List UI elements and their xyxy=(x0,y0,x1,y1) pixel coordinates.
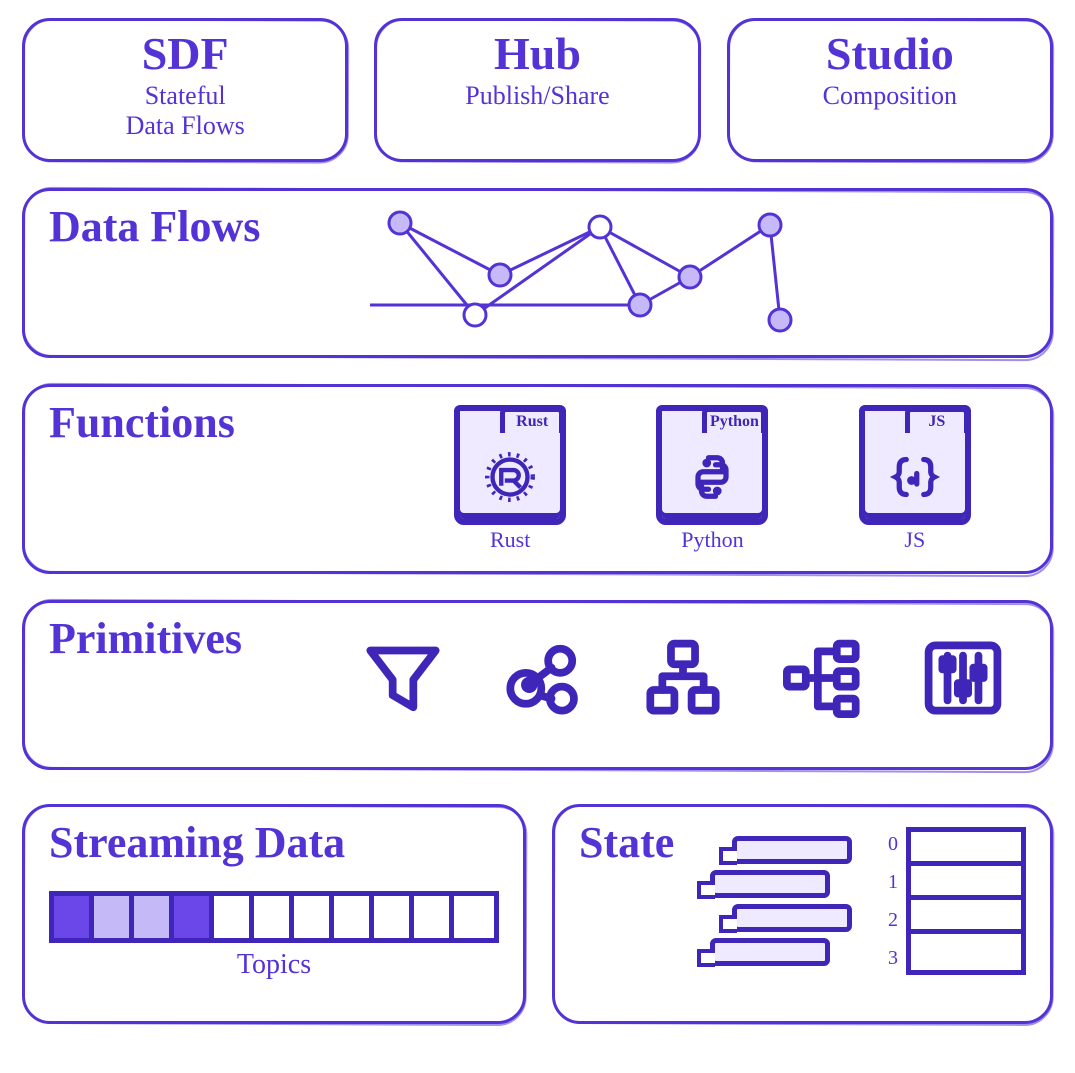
function-rust-caption: Rust xyxy=(490,527,530,553)
file-js-tag: JS xyxy=(905,407,969,433)
state-index-0: 0 xyxy=(888,827,898,861)
bottom-row: Streaming Data Topics State 0 1 2 3 xyxy=(22,804,1053,1024)
python-logo-icon xyxy=(684,449,740,505)
card-sdf-subtitle: Stateful Data Flows xyxy=(33,81,337,141)
js-braces-icon xyxy=(887,449,943,505)
tune-icon xyxy=(920,635,1006,721)
card-studio-subtitle: Composition xyxy=(738,81,1042,111)
file-rust-tag: Rust xyxy=(500,407,564,433)
topics-bar-icon xyxy=(49,891,499,943)
state-index-1: 1 xyxy=(888,865,898,899)
card-sdf-title: SDF xyxy=(33,31,337,77)
function-rust: Rust Rust xyxy=(454,405,566,553)
card-hub-title: Hub xyxy=(385,31,689,77)
function-python-caption: Python xyxy=(681,527,743,553)
state-title: State xyxy=(579,821,674,865)
function-python: Python Python xyxy=(656,405,768,553)
file-python-tag: Python xyxy=(702,407,766,433)
state-table-icon: 0 1 2 3 xyxy=(888,827,1026,975)
file-rust-icon: Rust xyxy=(454,405,566,525)
section-data-flows: Data Flows xyxy=(22,188,1053,358)
card-sdf: SDF Stateful Data Flows xyxy=(22,18,348,162)
data-flows-title: Data Flows xyxy=(49,205,260,249)
streaming-title: Streaming Data xyxy=(49,821,499,865)
data-flow-graph-icon xyxy=(370,205,850,335)
card-studio: Studio Composition xyxy=(727,18,1053,162)
section-streaming: Streaming Data Topics xyxy=(22,804,526,1024)
functions-title: Functions xyxy=(49,401,235,445)
route-icon xyxy=(780,635,866,721)
state-index-2: 2 xyxy=(888,903,898,937)
section-functions: Functions Rust Rust Python Python JS JS xyxy=(22,384,1053,574)
section-state: State 0 1 2 3 xyxy=(552,804,1053,1024)
top-row: SDF Stateful Data Flows Hub Publish/Shar… xyxy=(22,18,1053,162)
merge-icon xyxy=(640,635,726,721)
function-js-caption: JS xyxy=(904,527,925,553)
functions-list: Rust Rust Python Python JS JS xyxy=(409,405,1016,553)
section-primitives: Primitives xyxy=(22,600,1053,770)
card-hub-subtitle: Publish/Share xyxy=(385,81,689,111)
state-stack-icon xyxy=(732,836,852,966)
file-python-icon: Python xyxy=(656,405,768,525)
state-indices: 0 1 2 3 xyxy=(888,827,898,975)
primitives-title: Primitives xyxy=(49,617,242,661)
card-studio-title: Studio xyxy=(738,31,1042,77)
topics-wrap: Topics xyxy=(49,891,499,981)
file-js-icon: JS xyxy=(859,405,971,525)
state-index-3: 3 xyxy=(888,941,898,975)
function-js: JS JS xyxy=(859,405,971,553)
rust-logo-icon xyxy=(482,449,538,505)
topics-caption: Topics xyxy=(237,949,311,981)
filter-icon xyxy=(360,635,446,721)
primitives-icons xyxy=(349,635,1016,721)
card-hub: Hub Publish/Share xyxy=(374,18,700,162)
transform-icon xyxy=(500,635,586,721)
